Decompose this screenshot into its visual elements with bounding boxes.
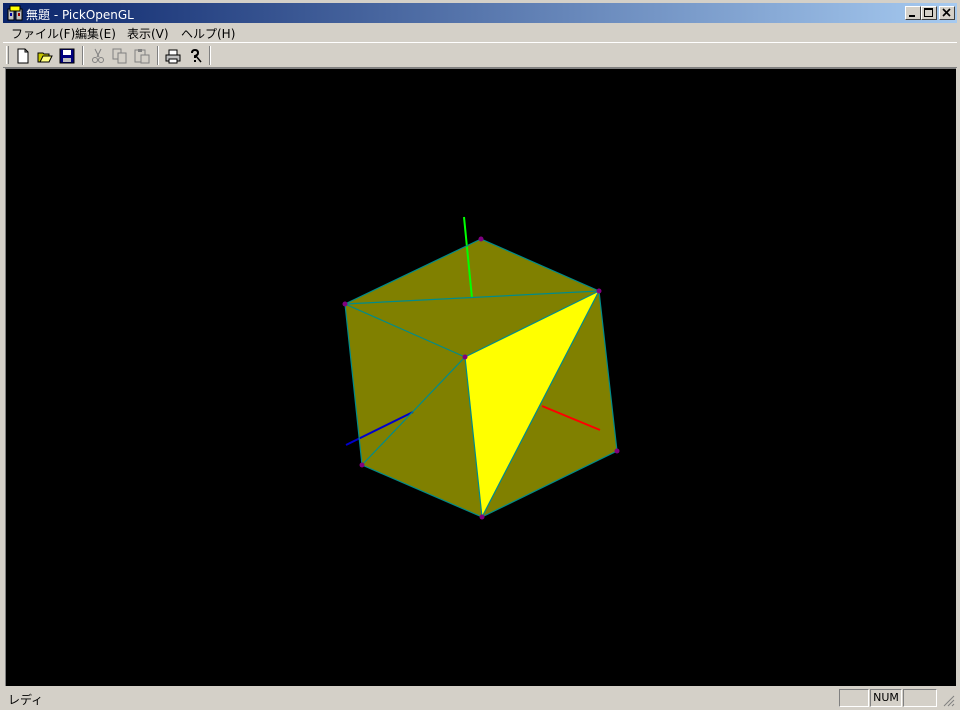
vertex (462, 354, 468, 360)
vertex (359, 462, 365, 468)
cut-icon (92, 48, 104, 63)
status-text: レディ (8, 693, 44, 707)
app-icon[interactable] (7, 5, 23, 21)
toolbar-grip[interactable] (6, 46, 9, 64)
open-folder-icon (37, 52, 53, 63)
minimize-icon (909, 15, 915, 17)
vertex (342, 301, 348, 307)
close-icon (942, 8, 951, 17)
paste-button[interactable] (132, 46, 152, 65)
maximize-button[interactable] (921, 6, 937, 20)
maximize-icon (924, 8, 933, 17)
open-button[interactable] (35, 46, 55, 65)
toolbar-separator (157, 46, 159, 65)
status-indicator-num: NUM (870, 689, 902, 707)
copy-icon (112, 48, 127, 64)
vertex (614, 448, 620, 454)
application-window: 無題 - PickOpenGL ファイル(F) 編集(E) 表示(V) ヘルプ(… (0, 0, 960, 710)
cube-scene[interactable] (6, 69, 957, 687)
status-bar: レディ NUM (3, 687, 957, 709)
help-icon (191, 48, 202, 63)
new-button[interactable] (13, 46, 33, 65)
menu-bar: ファイル(F) 編集(E) 表示(V) ヘルプ(H) (3, 23, 957, 42)
status-indicator-caps (839, 689, 869, 707)
copy-button[interactable] (110, 46, 130, 65)
new-file-icon (17, 48, 29, 64)
menu-edit[interactable]: 編集(E) (75, 25, 116, 42)
print-icon (165, 49, 181, 64)
opengl-viewport[interactable] (5, 68, 956, 686)
toolbar-separator (82, 46, 84, 65)
cut-button[interactable] (88, 46, 108, 65)
vertex (478, 236, 484, 242)
title-bar[interactable]: 無題 - PickOpenGL (3, 3, 957, 23)
minimize-button[interactable] (905, 6, 921, 20)
save-disk-icon (59, 48, 75, 64)
toolbar (3, 42, 957, 68)
status-indicator-scroll (903, 689, 937, 707)
menu-help[interactable]: ヘルプ(H) (181, 25, 235, 42)
close-button[interactable] (939, 6, 955, 20)
toolbar-separator (209, 46, 211, 65)
paste-icon (134, 49, 150, 64)
size-grip-icon[interactable] (943, 695, 955, 707)
save-button[interactable] (57, 46, 77, 65)
vertex (596, 288, 602, 294)
menu-view[interactable]: 表示(V) (127, 25, 169, 42)
help-button[interactable] (185, 46, 205, 65)
window-title: 無題 - PickOpenGL (26, 8, 134, 22)
vertex (479, 514, 485, 520)
print-button[interactable] (163, 46, 183, 65)
menu-file[interactable]: ファイル(F) (11, 25, 75, 42)
